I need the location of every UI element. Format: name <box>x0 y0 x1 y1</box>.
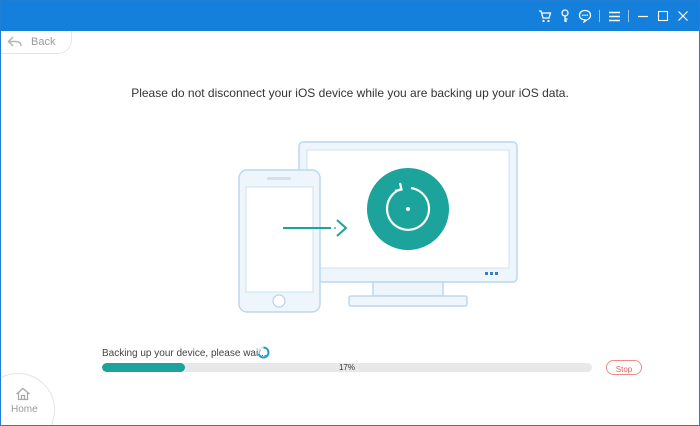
app-window: Back Please do not disconnect your iOS d… <box>0 0 700 426</box>
backup-notice: Please do not disconnect your iOS device… <box>131 86 569 100</box>
backup-illustration <box>238 141 518 313</box>
sync-icon <box>367 168 449 250</box>
progress-percent-label: 17% <box>338 363 355 372</box>
chat-icon[interactable] <box>575 7 595 25</box>
menu-icon[interactable] <box>604 7 624 25</box>
title-bar-separator <box>599 10 600 22</box>
backup-status-text: Backing up your device, please wait.. <box>102 348 267 359</box>
home-label: Home <box>11 404 38 415</box>
title-bar-controls <box>535 7 693 25</box>
back-arrow-icon <box>7 36 22 47</box>
maximize-icon[interactable] <box>653 7 673 25</box>
title-bar <box>1 1 699 31</box>
cart-icon[interactable] <box>535 7 555 25</box>
back-label: Back <box>31 36 56 48</box>
key-icon[interactable] <box>555 7 575 25</box>
title-bar-separator <box>628 10 629 22</box>
loading-spinner-icon <box>257 346 270 359</box>
close-icon[interactable] <box>673 7 693 25</box>
minimize-icon[interactable] <box>633 7 653 25</box>
home-icon <box>16 387 30 401</box>
phone-icon <box>238 169 321 313</box>
stop-button[interactable]: Stop <box>606 360 642 375</box>
back-button[interactable]: Back <box>1 31 72 54</box>
